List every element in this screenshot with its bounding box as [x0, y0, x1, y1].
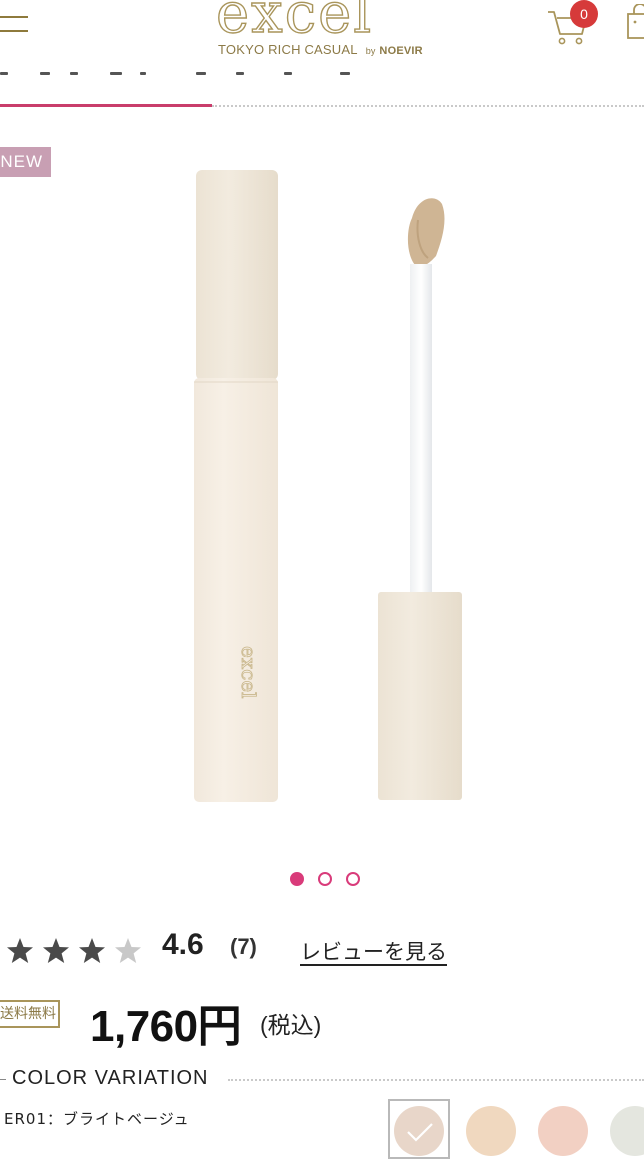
price-amount: 1,760円 — [90, 1002, 242, 1051]
breadcrumb-partial — [0, 68, 420, 80]
swatch-er02[interactable] — [466, 1106, 516, 1156]
carousel-dot-1[interactable] — [290, 872, 304, 886]
selected-variant-label: ER01：ブライトベージュ — [4, 1110, 190, 1128]
brand-tagline: TOKYO RICH CASUAL by NOEVIR — [218, 42, 423, 57]
divider — [0, 1079, 6, 1080]
tagline-text: TOKYO RICH CASUAL — [218, 42, 358, 57]
product-image[interactable]: excel — [180, 160, 480, 820]
swatch-er04[interactable] — [610, 1106, 644, 1156]
carousel-dot-3[interactable] — [346, 872, 360, 886]
new-badge: NEW — [0, 147, 51, 177]
rating-stars — [7, 938, 141, 963]
tagline-brand: NOEVIR — [379, 45, 423, 57]
hamburger-menu-icon[interactable] — [0, 8, 30, 34]
star-empty-icon — [115, 938, 141, 963]
brand-logo[interactable]: excel — [215, 0, 373, 42]
divider — [228, 1079, 644, 1081]
see-reviews-link[interactable]: レビューを見る — [300, 936, 447, 966]
swatch-er03[interactable] — [538, 1106, 588, 1156]
active-tab-indicator — [0, 104, 212, 107]
review-count: (7) — [230, 934, 257, 959]
free-shipping-badge: 送料無料 — [0, 1000, 60, 1028]
swatch-er01[interactable] — [394, 1106, 444, 1156]
color-variation-title: COLOR VARIATION — [12, 1067, 209, 1089]
cart-count-badge: 0 — [570, 0, 598, 28]
carousel-dot-2[interactable] — [318, 872, 332, 886]
shopping-bag-icon[interactable] — [626, 4, 644, 40]
check-icon — [407, 1123, 433, 1142]
star-icon — [7, 938, 33, 963]
price-tax-note: (税込) — [260, 1012, 322, 1038]
tagline-by: by — [365, 46, 376, 56]
star-icon — [43, 938, 69, 963]
star-icon — [79, 938, 105, 963]
bottle-logo: excel — [237, 646, 261, 699]
tab-divider — [212, 105, 644, 107]
rating-value: 4.6 — [162, 928, 204, 961]
